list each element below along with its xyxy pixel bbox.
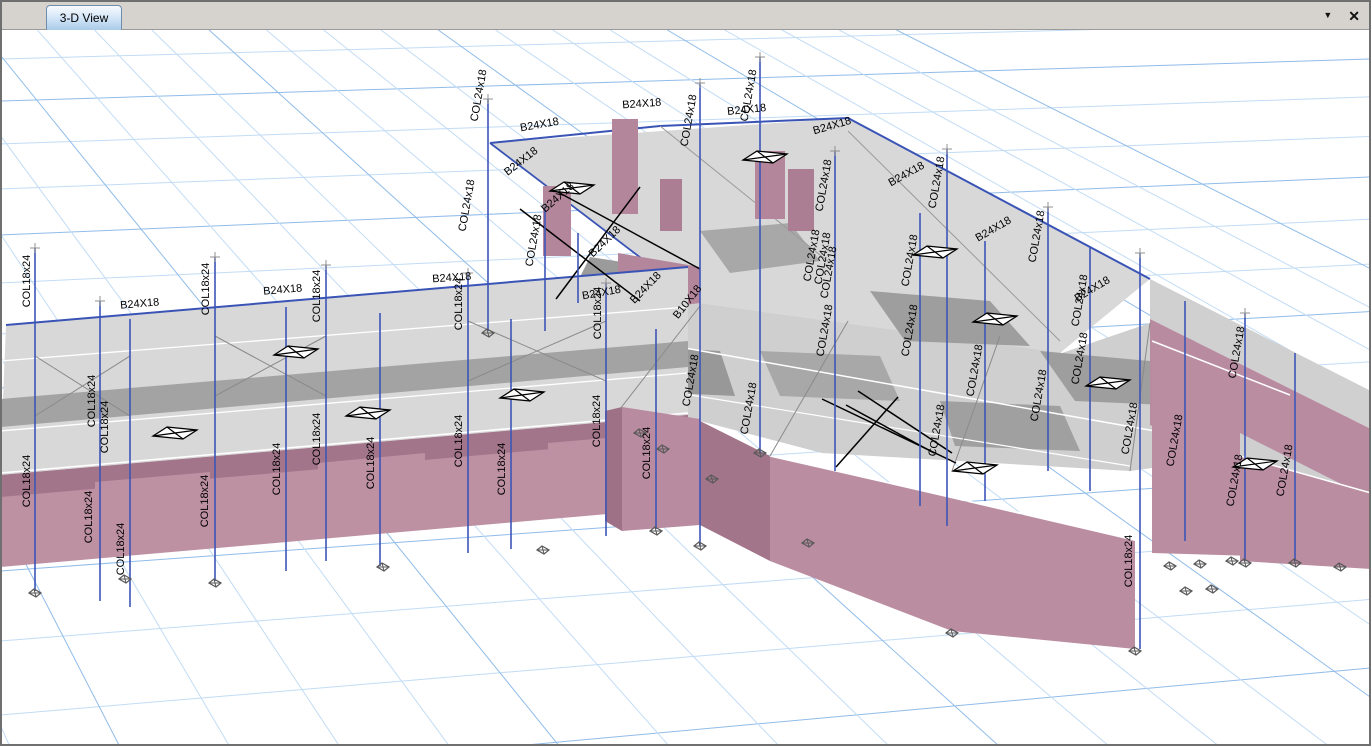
column-label: COL18x24	[86, 375, 98, 428]
column-label: COL24x18	[457, 179, 478, 233]
column-label: COL24x18	[469, 69, 490, 123]
column-label: COL18x24	[21, 255, 33, 308]
support-icon	[1164, 562, 1176, 570]
support-icon	[694, 542, 706, 550]
3d-view-canvas[interactable]: B24X18B24X18B24X18B24X18B24X18B24X18B24X…	[2, 30, 1369, 746]
grid-line	[2, 59, 1369, 101]
grid-line	[2, 599, 1369, 715]
column-label: COL18x24	[99, 401, 111, 454]
column-label: COL18x24	[641, 427, 653, 480]
column-label: COL18x24	[199, 475, 211, 528]
tab-bar: 3-D View ▼ ✕	[2, 2, 1369, 30]
column-label: COL18x24	[365, 437, 377, 490]
support-icon	[209, 579, 221, 587]
support-icon	[1180, 587, 1192, 595]
tab-controls: ▼ ✕	[1320, 2, 1363, 29]
tab-label: 3-D View	[60, 11, 108, 25]
column-label: COL18x24	[115, 523, 127, 576]
tab-3d-view[interactable]: 3-D View	[46, 5, 122, 30]
column-label: COL18x24	[311, 270, 323, 323]
column-label: COL18x24	[200, 263, 212, 316]
support-icon	[377, 563, 389, 571]
support-icon	[537, 546, 549, 554]
beam-label: B24X18	[622, 97, 662, 112]
beam-label: B24X18	[263, 282, 303, 297]
column-label: COL18x24	[592, 287, 604, 340]
beam-label: B24X18	[432, 271, 472, 286]
close-icon[interactable]: ✕	[1345, 7, 1363, 25]
support-icon	[1226, 557, 1238, 565]
column-label: COL18x24	[83, 491, 95, 544]
column-label: COL18x24	[453, 278, 465, 331]
column-label: COL18x24	[453, 415, 465, 468]
column-label: COL24x18	[524, 214, 545, 268]
column-label: COL18x24	[496, 443, 508, 496]
grid-line	[2, 30, 1369, 59]
column-label: COL18x24	[271, 443, 283, 496]
3d-view-window: B24X18B24X18B24X18B24X18B24X18B24X18B24X…	[0, 0, 1371, 746]
column-label: COL18x24	[311, 413, 323, 466]
grid-line	[2, 668, 1369, 746]
beam-label: B24X18	[120, 296, 160, 311]
column-label: COL18x24	[1123, 535, 1135, 588]
column-label: COL18x24	[21, 455, 33, 508]
beam-label: B24X18	[519, 116, 560, 135]
support-icon	[1194, 560, 1206, 568]
chevron-down-icon[interactable]: ▼	[1320, 9, 1335, 22]
column-label: COL18x24	[591, 395, 603, 448]
opening-marker	[953, 462, 997, 474]
